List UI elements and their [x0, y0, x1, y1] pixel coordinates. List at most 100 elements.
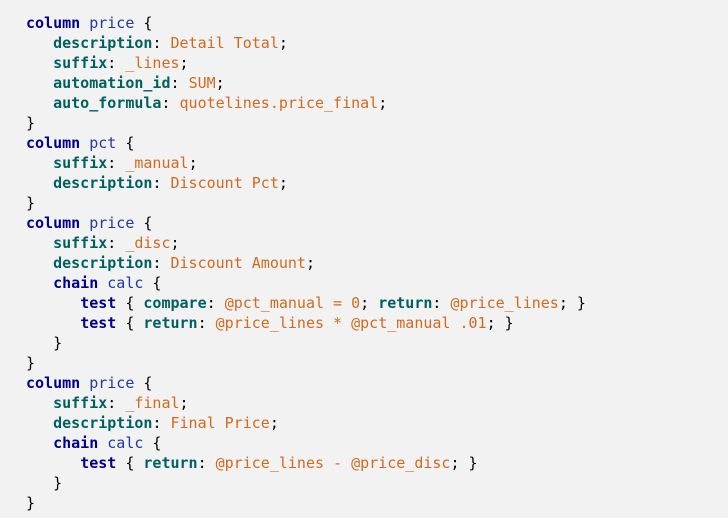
punctuation-token: { — [143, 274, 162, 292]
punctuation-token: } — [26, 114, 36, 132]
punctuation-token — [80, 214, 89, 232]
punctuation-token — [26, 74, 53, 92]
identifier-token: price — [89, 14, 135, 32]
code-line: } — [26, 113, 586, 133]
keyword-token: column — [26, 214, 81, 232]
punctuation-token — [80, 134, 89, 152]
property-token: auto_formula — [53, 94, 162, 112]
value-token: _manual — [125, 154, 189, 172]
punctuation-token: { — [143, 434, 162, 452]
keyword-token: test — [80, 294, 117, 312]
code-line: suffix: _final; — [26, 393, 586, 413]
keyword-token: test — [80, 454, 117, 472]
value-token: SUM — [188, 74, 216, 92]
punctuation-token — [26, 394, 53, 412]
identifier-token: calc — [107, 434, 144, 452]
punctuation-token — [98, 274, 107, 292]
identifier-token: calc — [107, 274, 144, 292]
code-line: description: Final Price; — [26, 413, 586, 433]
value-token: @price_lines — [450, 294, 559, 312]
value-token: _final — [125, 394, 180, 412]
punctuation-token: : — [152, 34, 171, 52]
punctuation-token — [80, 374, 89, 392]
punctuation-token: : — [107, 234, 126, 252]
code-line: chain calc { — [26, 273, 586, 293]
code-line: chain calc { — [26, 433, 586, 453]
property-token: description — [53, 254, 153, 272]
punctuation-token: ; — [278, 174, 288, 192]
code-line: column pct { — [26, 133, 586, 153]
punctuation-token — [26, 414, 53, 432]
punctuation-token: ; — [179, 54, 189, 72]
punctuation-token — [26, 234, 53, 252]
punctuation-token — [98, 434, 107, 452]
punctuation-token: ; } — [486, 314, 514, 332]
punctuation-token — [26, 54, 53, 72]
identifier-token: pct — [89, 134, 117, 152]
punctuation-token — [26, 274, 53, 292]
punctuation-token: ; — [360, 294, 379, 312]
punctuation-token: ; — [269, 414, 279, 432]
punctuation-token: : — [107, 54, 126, 72]
property-token: return — [378, 294, 433, 312]
code-line: test { return: @price_lines - @price_dis… — [26, 453, 586, 473]
value-token: Detail Total — [170, 34, 279, 52]
keyword-token: column — [26, 134, 81, 152]
value-token: @price_lines - @price_disc — [215, 454, 451, 472]
code-line: description: Discount Amount; — [26, 253, 586, 273]
value-token: Final Price — [170, 414, 270, 432]
identifier-token: price — [89, 214, 135, 232]
property-token: suffix — [53, 234, 108, 252]
punctuation-token: : — [152, 414, 171, 432]
code-line: column price { — [26, 213, 586, 233]
punctuation-token: : — [107, 394, 126, 412]
punctuation-token: { — [134, 374, 153, 392]
value-token: @pct_manual = 0 — [224, 294, 361, 312]
property-token: return — [143, 314, 198, 332]
punctuation-token: ; } — [450, 454, 478, 472]
code-line: test { return: @price_lines * @pct_manua… — [26, 313, 586, 333]
punctuation-token: { — [116, 314, 144, 332]
code-line: suffix: _manual; — [26, 153, 586, 173]
punctuation-token: : — [197, 314, 216, 332]
punctuation-token — [26, 154, 53, 172]
punctuation-token: { — [134, 214, 153, 232]
punctuation-token — [26, 94, 53, 112]
code-line: } — [26, 333, 586, 353]
code-line: column price { — [26, 13, 586, 33]
code-line: } — [26, 193, 586, 213]
property-token: description — [53, 414, 153, 432]
punctuation-token: : — [161, 94, 180, 112]
code-line: auto_formula: quotelines.price_final; — [26, 93, 586, 113]
value-token: Discount Amount — [170, 254, 306, 272]
property-token: description — [53, 174, 153, 192]
property-token: return — [143, 454, 198, 472]
punctuation-token: } — [26, 474, 63, 492]
punctuation-token: { — [116, 134, 135, 152]
punctuation-token: } — [26, 194, 36, 212]
punctuation-token — [26, 454, 80, 472]
value-token: Discount Pct — [170, 174, 279, 192]
value-token: quotelines.price_final — [179, 94, 379, 112]
punctuation-token: : — [197, 454, 216, 472]
punctuation-token: : — [206, 294, 225, 312]
punctuation-token: : — [152, 254, 171, 272]
punctuation-token — [26, 174, 53, 192]
code-line: automation_id: SUM; — [26, 73, 586, 93]
punctuation-token — [26, 434, 53, 452]
punctuation-token — [26, 314, 80, 332]
identifier-token: price — [89, 374, 135, 392]
property-token: description — [53, 34, 153, 52]
code-line: } — [26, 493, 586, 513]
punctuation-token: : — [107, 154, 126, 172]
punctuation-token: ; — [179, 394, 189, 412]
property-token: suffix — [53, 154, 108, 172]
punctuation-token — [80, 14, 89, 32]
property-token: suffix — [53, 54, 108, 72]
punctuation-token: { — [116, 454, 144, 472]
keyword-token: column — [26, 14, 81, 32]
punctuation-token: ; } — [558, 294, 586, 312]
punctuation-token — [26, 254, 53, 272]
value-token: @price_lines * @pct_manual .01 — [215, 314, 487, 332]
punctuation-token: } — [26, 354, 36, 372]
